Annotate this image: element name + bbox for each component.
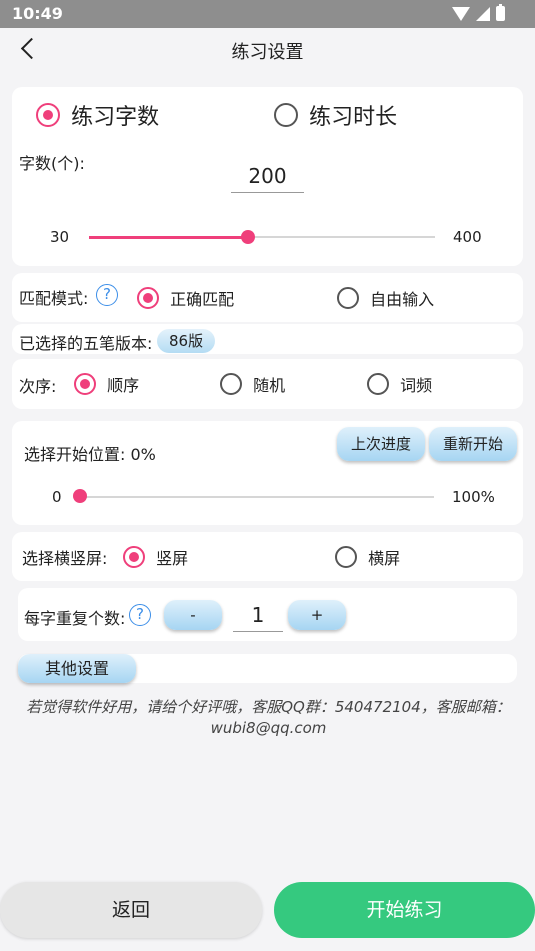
other-settings-button[interactable]: 其他设置 — [18, 654, 136, 683]
orientation-card: 选择横竖屏: 竖屏 横屏 — [12, 532, 523, 581]
match-label: 匹配模式: — [19, 289, 89, 308]
order-label: 次序: — [19, 377, 57, 396]
status-bar: 10:49 — [0, 0, 535, 28]
orientation-label-portrait: 竖屏 — [156, 549, 189, 568]
radio-selected-icon[interactable] — [74, 373, 96, 395]
version-card: 已选择的五笔版本: 86版 — [12, 324, 523, 354]
battery-icon — [496, 4, 505, 21]
repeat-label: 每字重复个数: — [24, 609, 126, 628]
position-slider-max: 100% — [452, 488, 495, 506]
count-label: 字数(个): — [19, 154, 85, 173]
start-practice-button[interactable]: 开始练习 — [274, 882, 535, 938]
radio-selected-icon[interactable] — [36, 103, 60, 127]
order-card: 次序: 顺序 随机 词频 — [12, 359, 523, 409]
other-settings-card: 其他设置 — [18, 654, 517, 683]
count-slider-min: 30 — [50, 228, 70, 246]
radio-unselected-icon[interactable] — [274, 103, 298, 127]
match-option-free[interactable]: 自由输入 — [337, 286, 434, 310]
order-label-frequency: 词频 — [400, 376, 433, 395]
orientation-option-landscape[interactable]: 横屏 — [335, 545, 400, 569]
order-label-random: 随机 — [253, 376, 286, 395]
radio-unselected-icon[interactable] — [220, 373, 242, 395]
count-slider-thumb[interactable] — [240, 230, 255, 244]
start-position-card: 选择开始位置: 0% 上次进度 重新开始 0 100% — [12, 421, 523, 525]
decrement-button[interactable]: - — [164, 600, 222, 630]
repeat-card: 每字重复个数: ? - 1 + — [18, 588, 517, 641]
radio-unselected-icon[interactable] — [337, 287, 359, 309]
back-button[interactable]: 返回 — [0, 882, 262, 938]
version-badge[interactable]: 86版 — [157, 329, 216, 353]
practice-mode-card: 练习字数 练习时长 字数(个): 200 30 400 — [12, 87, 523, 266]
radio-unselected-icon[interactable] — [335, 546, 357, 568]
help-icon[interactable]: ? — [129, 604, 151, 626]
match-label-correct: 正确匹配 — [170, 290, 235, 309]
notice-text: 若觉得软件好用，请给个好评哦，客服QQ群：540472104，客服邮箱：wubi… — [26, 698, 511, 737]
mode-label-count: 练习字数 — [71, 105, 160, 130]
start-position-label: 选择开始位置: 0% — [24, 445, 156, 464]
count-slider-max: 400 — [453, 228, 482, 246]
mode-option-duration[interactable]: 练习时长 — [274, 99, 397, 131]
signal-icon — [476, 6, 490, 21]
last-progress-button[interactable]: 上次进度 — [337, 427, 425, 461]
radio-selected-icon[interactable] — [123, 546, 145, 568]
header: 练习设置 — [0, 28, 535, 70]
wifi-icon — [452, 6, 470, 21]
order-label-sequence: 顺序 — [107, 376, 140, 395]
match-label-free: 自由输入 — [370, 290, 435, 309]
status-time: 10:49 — [12, 4, 63, 23]
help-icon[interactable]: ? — [96, 284, 118, 306]
orientation-label-landscape: 横屏 — [368, 549, 401, 568]
position-slider-thumb[interactable] — [73, 489, 87, 503]
restart-button[interactable]: 重新开始 — [429, 427, 517, 461]
order-option-sequence[interactable]: 顺序 — [74, 372, 139, 396]
match-option-correct[interactable]: 正确匹配 — [137, 286, 234, 310]
position-slider-track[interactable] — [80, 496, 434, 498]
status-icons — [452, 4, 505, 21]
version-label: 已选择的五笔版本: — [19, 334, 153, 353]
mode-option-count[interactable]: 练习字数 — [36, 99, 159, 131]
match-mode-card: 匹配模式: ? 正确匹配 自由输入 — [12, 273, 523, 322]
position-slider-min: 0 — [52, 488, 62, 506]
radio-unselected-icon[interactable] — [367, 373, 389, 395]
mode-label-duration: 练习时长 — [309, 105, 398, 130]
radio-selected-icon[interactable] — [137, 287, 159, 309]
order-option-random[interactable]: 随机 — [220, 372, 285, 396]
page-title: 练习设置 — [231, 42, 304, 63]
repeat-count-input[interactable]: 1 — [233, 598, 283, 632]
orientation-option-portrait[interactable]: 竖屏 — [123, 545, 188, 569]
orientation-label: 选择横竖屏: — [22, 549, 108, 568]
increment-button[interactable]: + — [288, 600, 346, 630]
count-input[interactable]: 200 — [231, 161, 304, 193]
count-slider-fill — [89, 236, 248, 239]
order-option-frequency[interactable]: 词频 — [367, 372, 432, 396]
